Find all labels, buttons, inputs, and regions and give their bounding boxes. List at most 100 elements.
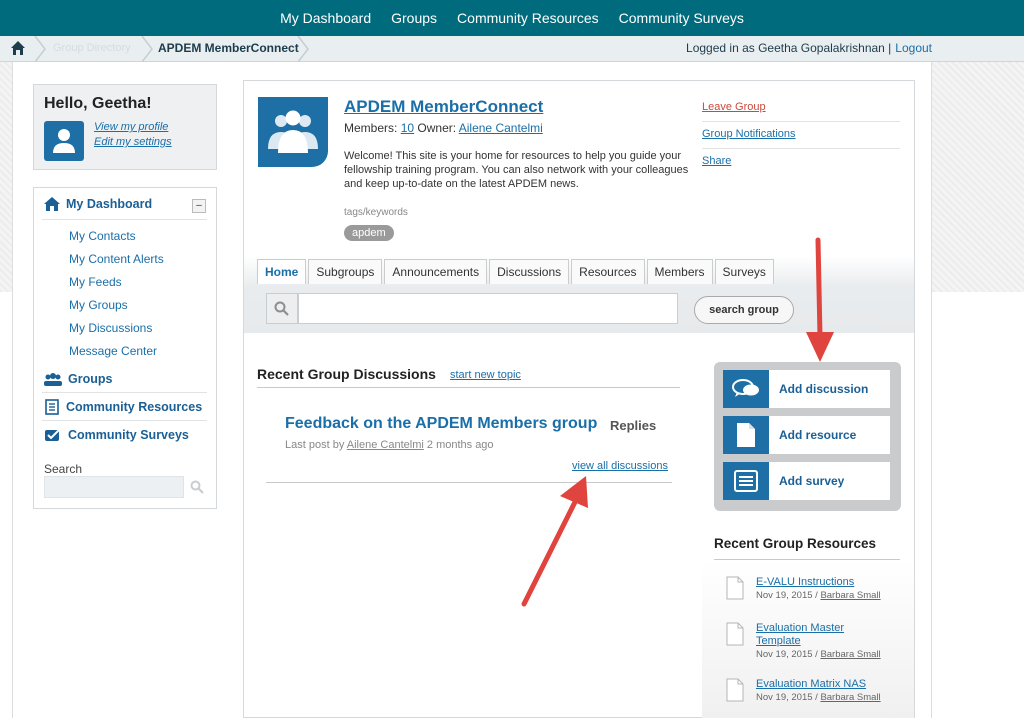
- group-logo: [258, 97, 328, 167]
- resource-meta: Nov 19, 2015 / Barbara Small: [756, 692, 881, 703]
- topnav-community-resources[interactable]: Community Resources: [457, 10, 599, 26]
- resource-author-link[interactable]: Barbara Small: [820, 649, 880, 660]
- start-new-topic-link[interactable]: start new topic: [450, 369, 521, 381]
- search-group-button[interactable]: search group: [694, 296, 794, 324]
- resource-date: Nov 19, 2015 /: [756, 649, 818, 660]
- greeting: Hello, Geetha!: [44, 95, 152, 112]
- document-icon: [726, 678, 744, 702]
- hello-panel: Hello, Geetha! View my profile Edit my s…: [33, 84, 217, 170]
- collapse-button[interactable]: –: [192, 199, 206, 213]
- groups-icon: [44, 373, 62, 386]
- topnav-groups[interactable]: Groups: [391, 10, 437, 26]
- sidebar-search-input[interactable]: [44, 476, 184, 498]
- recent-resources-title: Recent Group Resources: [714, 536, 877, 551]
- resource-meta: Nov 19, 2015 / Barbara Small: [756, 590, 881, 601]
- resource-link[interactable]: Evaluation Master Template: [756, 622, 856, 648]
- sidebar-item-groups[interactable]: Groups: [44, 372, 112, 386]
- tab-members[interactable]: Members: [646, 259, 713, 284]
- sidebar-item-community-surveys[interactable]: Community Surveys: [44, 427, 189, 443]
- divider: [42, 392, 207, 393]
- sidebar-item-community-resources[interactable]: Community Resources: [44, 399, 202, 415]
- breadcrumb-chevron-icon: [34, 36, 46, 62]
- tab-announcements[interactable]: Announcements: [384, 259, 488, 284]
- add-survey-button[interactable]: Add survey: [723, 462, 890, 500]
- sidebar-item-label: Community Resources: [66, 400, 203, 414]
- breadcrumb: Group Directory APDEM MemberConnect Logg…: [0, 36, 1024, 62]
- view-profile-link[interactable]: View my profile: [94, 121, 168, 133]
- discussion-meta: Last post by Ailene Cantelmi 2 months ag…: [285, 439, 494, 451]
- sidebar-item-my-groups[interactable]: My Groups: [69, 298, 128, 312]
- tab-bar: Home Subgroups Announcements Discussions…: [257, 259, 774, 284]
- tab-home[interactable]: Home: [257, 259, 307, 284]
- discussion-replies-label: Replies: [610, 418, 657, 433]
- topnav-community-surveys[interactable]: Community Surveys: [619, 10, 744, 26]
- sidebar-item-message-center[interactable]: Message Center: [69, 344, 157, 358]
- home-icon[interactable]: [10, 40, 26, 56]
- group-actions: Leave Group Group Notifications Share: [702, 101, 900, 181]
- recent-discussions-title: Recent Group Discussions: [257, 366, 436, 382]
- document-icon: [45, 399, 59, 415]
- resource-author-link[interactable]: Barbara Small: [820, 692, 880, 703]
- divider: [257, 387, 680, 388]
- user-icon: [53, 129, 75, 153]
- tab-surveys[interactable]: Surveys: [714, 259, 774, 284]
- tab-area: Home Subgroups Announcements Discussions…: [244, 256, 914, 333]
- group-notifications-link[interactable]: Group Notifications: [702, 128, 900, 149]
- group-people-icon: [268, 110, 318, 153]
- list-icon: [723, 462, 769, 500]
- add-resource-button[interactable]: Add resource: [723, 416, 890, 454]
- logout-link[interactable]: Logout: [895, 41, 932, 55]
- resource-meta: Nov 19, 2015 / Barbara Small: [756, 649, 881, 660]
- share-link[interactable]: Share: [702, 155, 900, 175]
- sidebar-item-my-discussions[interactable]: My Discussions: [69, 321, 152, 335]
- topnav-my-dashboard[interactable]: My Dashboard: [280, 10, 371, 26]
- owner-link[interactable]: Ailene Cantelmi: [459, 121, 543, 135]
- divider: [714, 559, 900, 560]
- resource-link[interactable]: Evaluation Matrix NAS: [756, 678, 896, 691]
- top-navigation: My Dashboard Groups Community Resources …: [0, 0, 1024, 36]
- search-icon[interactable]: [190, 480, 204, 494]
- resource-author-link[interactable]: Barbara Small: [820, 590, 880, 601]
- group-search-input[interactable]: [298, 293, 678, 324]
- breadcrumb-current: APDEM MemberConnect: [158, 41, 299, 55]
- group-title[interactable]: APDEM MemberConnect: [344, 97, 543, 117]
- last-post-author-link[interactable]: Ailene Cantelmi: [347, 439, 424, 451]
- members-count-link[interactable]: 10: [401, 121, 414, 135]
- group-search-icon-box: [266, 293, 298, 324]
- owner-label: Owner:: [417, 121, 457, 135]
- group-content: APDEM MemberConnect Members: 10 Owner: A…: [243, 80, 915, 718]
- sidebar-item-my-contacts[interactable]: My Contacts: [69, 229, 136, 243]
- resource-date: Nov 19, 2015 /: [756, 692, 818, 703]
- sidebar-item-label: My Dashboard: [66, 197, 153, 211]
- sidebar-search-label: Search: [44, 462, 83, 476]
- breadcrumb-chevron-icon: [141, 36, 153, 62]
- discussion-title-link[interactable]: Feedback on the APDEM Members group: [285, 415, 597, 433]
- sidebar-item-label: Groups: [68, 372, 113, 386]
- view-all-discussions-link[interactable]: view all discussions: [572, 460, 668, 472]
- add-resource-label: Add resource: [779, 428, 857, 442]
- sidebar-item-my-dashboard[interactable]: My Dashboard: [44, 197, 152, 211]
- survey-icon: [45, 428, 61, 441]
- home-icon: [44, 197, 60, 211]
- breadcrumb-group-directory[interactable]: Group Directory: [53, 42, 131, 54]
- search-icon: [274, 301, 289, 316]
- add-actions-panel: Add discussion Add resource Add survey: [714, 362, 901, 511]
- sidebar-item-my-feeds[interactable]: My Feeds: [69, 275, 122, 289]
- edit-settings-link[interactable]: Edit my settings: [94, 136, 172, 148]
- sidebar: My Dashboard – My Contacts My Content Al…: [33, 187, 217, 509]
- divider: [266, 482, 672, 483]
- speech-bubbles-icon: [723, 370, 769, 408]
- tag-badge[interactable]: apdem: [344, 225, 394, 241]
- breadcrumb-chevron-icon: [297, 36, 309, 62]
- tab-resources[interactable]: Resources: [571, 259, 645, 284]
- add-discussion-button[interactable]: Add discussion: [723, 370, 890, 408]
- document-icon: [723, 416, 769, 454]
- tab-discussions[interactable]: Discussions: [489, 259, 570, 284]
- resource-date: Nov 19, 2015 /: [756, 590, 818, 601]
- avatar[interactable]: [44, 121, 84, 161]
- resource-link[interactable]: E-VALU Instructions: [756, 576, 896, 589]
- leave-group-link[interactable]: Leave Group: [702, 101, 900, 122]
- sidebar-item-my-content-alerts[interactable]: My Content Alerts: [69, 252, 164, 266]
- logged-in-text: Logged in as Geetha Gopalakrishnan |: [686, 41, 892, 55]
- tab-subgroups[interactable]: Subgroups: [308, 259, 383, 284]
